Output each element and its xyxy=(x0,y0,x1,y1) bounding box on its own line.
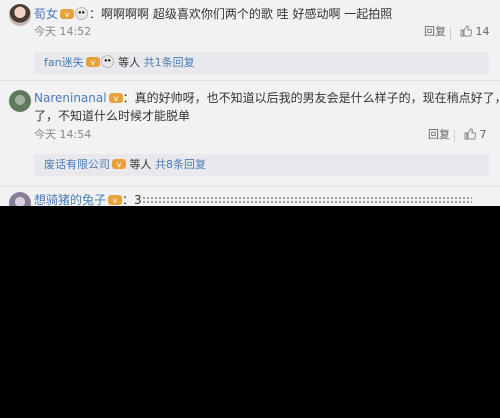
sub-reply-middle: 等人 xyxy=(118,56,141,69)
thumb-up-icon xyxy=(464,128,477,140)
vip-badge-icon: v xyxy=(60,8,75,20)
avatar[interactable] xyxy=(9,192,31,206)
comment-divider xyxy=(0,186,500,187)
sub-reply-link[interactable]: 共8条回复 xyxy=(155,158,206,171)
svg-text:v: v xyxy=(113,196,118,205)
sub-reply-user[interactable]: fan迷失 xyxy=(44,56,84,69)
comment-username[interactable]: 想骑猪的兔子 xyxy=(34,193,106,206)
vip-badge-icon: v xyxy=(108,194,123,206)
comment-separator: ： xyxy=(122,193,135,206)
reply-button[interactable]: 回复 xyxy=(428,127,450,143)
svg-text:v: v xyxy=(65,10,70,19)
avatar[interactable] xyxy=(9,4,31,26)
sub-reply-user[interactable]: 废话有限公司 xyxy=(44,158,110,171)
comment-panel: 荀女 v ：啊啊啊啊 超级喜欢你们两个的歌 哇 好感动啊 一起拍照 今天 14:52… xyxy=(0,0,500,206)
panda-emoji-icon xyxy=(75,7,89,20)
comment-text-line2: 了，不知道什么时候才能脱单 xyxy=(34,109,191,123)
thumb-up-icon xyxy=(460,25,473,37)
comment-text-line1: 真的好帅呀，也不知道以后我的男友会是什么样子的，现在稍点好了，也漂亮 xyxy=(134,91,500,105)
vip-badge-icon: v xyxy=(108,92,123,104)
svg-text:v: v xyxy=(90,58,95,67)
like-count: 14 xyxy=(475,25,490,38)
comment-separator: ： xyxy=(122,91,135,105)
truncated-content xyxy=(141,196,472,204)
sub-reply-link[interactable]: 共1条回复 xyxy=(144,56,195,69)
divider xyxy=(450,27,451,39)
reply-button[interactable]: 回复 xyxy=(424,24,446,40)
comment-username[interactable]: 荀女 xyxy=(34,7,58,21)
comment-text: 3 xyxy=(134,193,142,206)
blank-area xyxy=(0,206,500,418)
panda-emoji-icon xyxy=(100,55,114,68)
svg-text:v: v xyxy=(117,160,122,169)
comment-separator: ： xyxy=(89,7,102,21)
like-button[interactable]: 14 xyxy=(460,24,490,40)
avatar[interactable] xyxy=(9,90,31,112)
sub-replies: 废话有限公司 v 等人 共8条回复 xyxy=(34,154,489,176)
sub-replies: fan迷失 v 等人 共1条回复 xyxy=(34,52,489,74)
comment-username[interactable]: Nareninanal xyxy=(34,91,107,105)
comment-divider xyxy=(0,80,500,81)
svg-text:v: v xyxy=(113,94,118,103)
divider xyxy=(454,130,455,142)
like-count: 7 xyxy=(479,128,487,141)
like-button[interactable]: 7 xyxy=(464,127,487,143)
comment-time: 今天 14:52 xyxy=(34,25,92,38)
comment-text: 啊啊啊啊 超级喜欢你们两个的歌 哇 好感动啊 一起拍照 xyxy=(101,7,393,21)
sub-reply-middle: 等人 xyxy=(129,158,152,171)
comment-time: 今天 14:54 xyxy=(34,128,92,141)
vip-badge-icon: v xyxy=(112,158,126,170)
vip-badge-icon: v xyxy=(85,56,100,68)
